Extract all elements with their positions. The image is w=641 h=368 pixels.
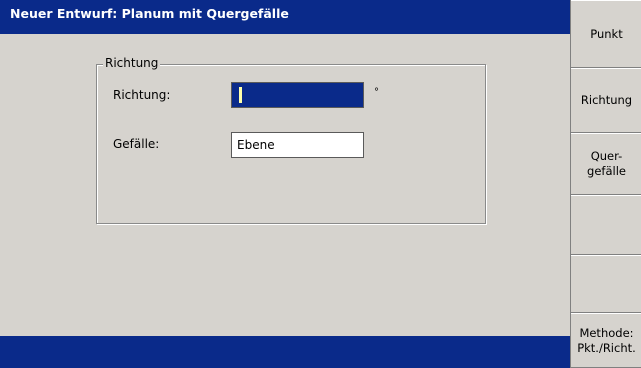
window-title: Neuer Entwurf: Planum mit Quergefälle [0, 0, 570, 34]
text-cursor [239, 87, 242, 103]
slope-input[interactable]: Ebene [231, 132, 364, 158]
app-screen: Neuer Entwurf: Planum mit Quergefälle Ri… [0, 0, 641, 368]
degree-unit: ° [374, 87, 379, 98]
slope-label: Gefälle: [113, 137, 160, 151]
direction-label: Richtung: [113, 88, 171, 102]
direction-groupbox: Richtung Richtung: ° Gefälle: Ebene [96, 56, 486, 224]
softkey-methode[interactable]: Methode: Pkt./Richt. [571, 313, 641, 368]
softkey-punkt[interactable]: Punkt [571, 0, 641, 68]
status-bar [0, 336, 570, 368]
softkey-quergefaelle[interactable]: Quer- gefälle [571, 133, 641, 195]
softkey-sidebar: Punkt Richtung Quer- gefälle Methode: Pk… [570, 0, 641, 368]
softkey-richtung[interactable]: Richtung [571, 68, 641, 133]
direction-input[interactable] [231, 82, 364, 108]
groupbox-title: Richtung [103, 56, 161, 70]
main-panel: Richtung Richtung: ° Gefälle: Ebene [0, 34, 570, 336]
softkey-empty-4[interactable] [571, 195, 641, 255]
softkey-empty-5[interactable] [571, 255, 641, 313]
